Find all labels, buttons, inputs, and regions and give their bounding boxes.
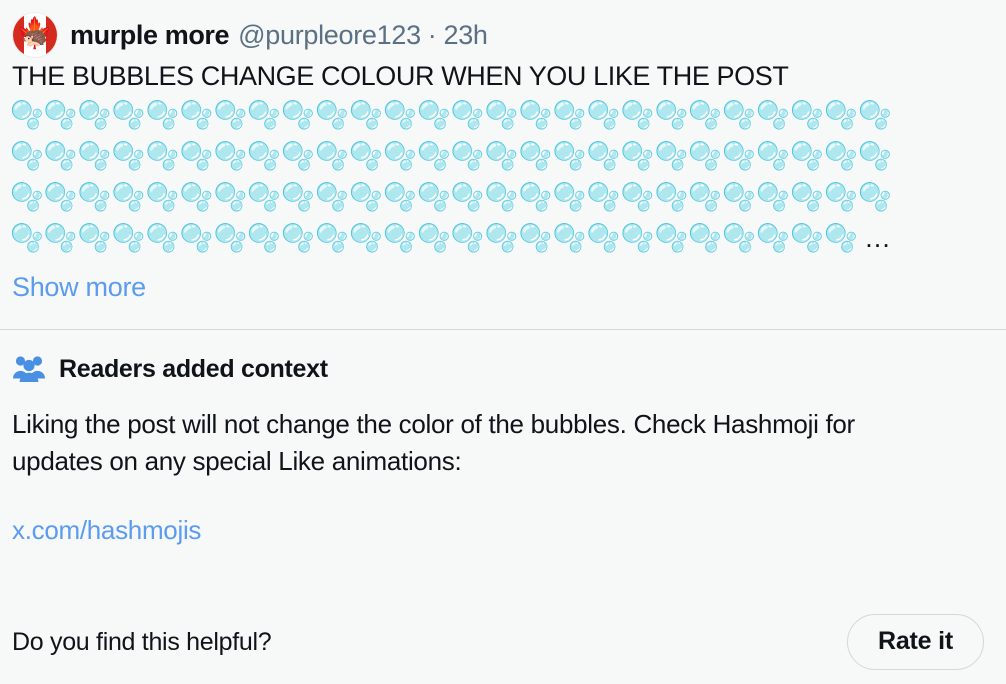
emoji-row-truncated: 🫧🫧🫧🫧🫧🫧🫧🫧🫧🫧🫧🫧🫧🫧🫧🫧🫧🫧🫧🫧🫧🫧🫧🫧🫧… [10,218,996,259]
avatar[interactable]: 🍁 🦔 [12,12,58,58]
community-note-body: Liking the post will not change the colo… [12,409,855,476]
emoji-row: 🫧🫧🫧🫧🫧🫧🫧🫧🫧🫧🫧🫧🫧🫧🫧🫧🫧🫧🫧🫧🫧🫧🫧🫧🫧🫧 [10,100,892,130]
community-note-link-row: x.com/hashmojis [12,480,994,547]
emoji-row: 🫧🫧🫧🫧🫧🫧🫧🫧🫧🫧🫧🫧🫧🫧🫧🫧🫧🫧🫧🫧🫧🫧🫧🫧🫧🫧 [10,141,892,171]
author-line: murple more @purpleore123 · 23h [70,20,488,51]
community-note-header: Readers added context [12,330,994,386]
tweet-post-card: 🍁 🦔 murple more @purpleore123 · 23h THE … [0,0,1006,684]
rate-it-button[interactable]: Rate it [846,614,984,670]
community-note-footer: Do you find this helpful? Rate it [0,600,1006,684]
community-note-link[interactable]: x.com/hashmojis [12,480,201,547]
community-note-title: Readers added context [59,354,328,383]
separator-dot: · [427,19,437,50]
people-group-icon [13,356,45,382]
post-header: 🍁 🦔 murple more @purpleore123 · 23h [0,0,1006,58]
post-timestamp[interactable]: 23h [444,20,488,51]
emoji-row: 🫧🫧🫧🫧🫧🫧🫧🫧🫧🫧🫧🫧🫧🫧🫧🫧🫧🫧🫧🫧🫧🫧🫧🫧🫧🫧 [10,182,892,212]
emoji-row-text: 🫧🫧🫧🫧🫧🫧🫧🫧🫧🫧🫧🫧🫧🫧🫧🫧🫧🫧🫧🫧🫧🫧🫧🫧🫧 [10,223,858,253]
post-emoji-block: 🫧🫧🫧🫧🫧🫧🫧🫧🫧🫧🫧🫧🫧🫧🫧🫧🫧🫧🫧🫧🫧🫧🫧🫧🫧🫧 🫧🫧🫧🫧🫧🫧🫧🫧🫧🫧🫧🫧🫧… [0,93,1006,259]
community-note: Readers added context Liking the post wi… [0,330,1006,547]
hedgehog-icon: 🦔 [21,25,49,49]
show-more-row: Show more [0,259,1006,304]
show-more-link[interactable]: Show more [0,259,158,304]
author-handle[interactable]: @purpleore123 [238,20,421,51]
helpful-question-label: Do you find this helpful? [12,627,272,656]
truncation-ellipsis: … [863,223,892,253]
author-display-name[interactable]: murple more [70,20,230,51]
post-text: THE BUBBLES CHANGE COLOUR WHEN YOU LIKE … [12,61,789,91]
